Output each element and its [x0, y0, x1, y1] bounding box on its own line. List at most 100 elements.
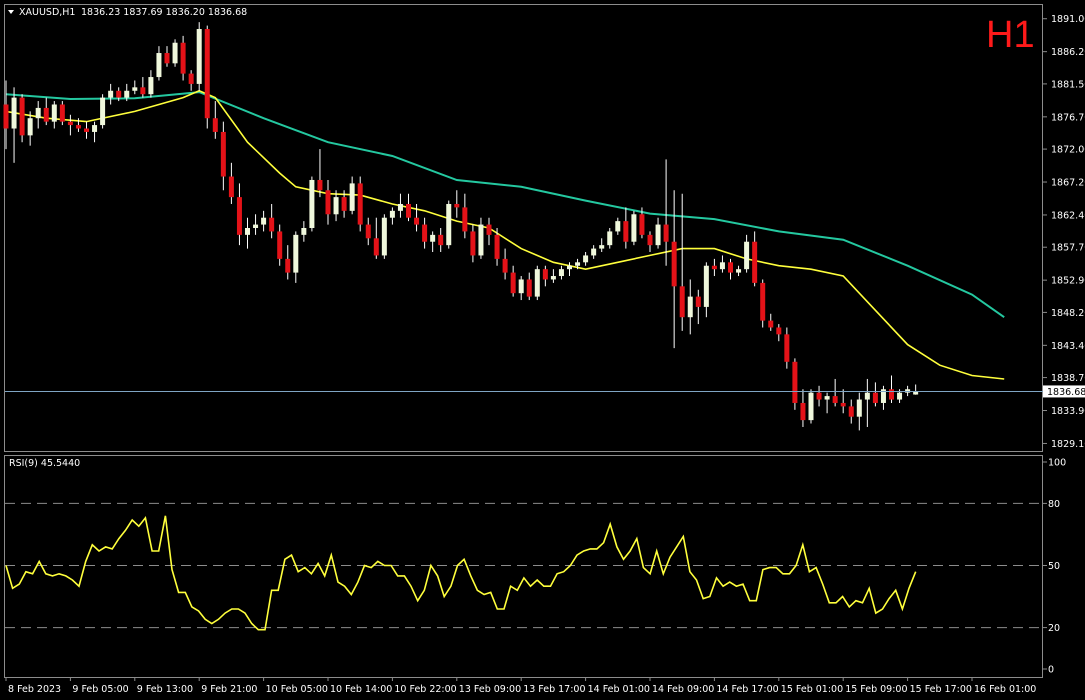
bear-candle — [365, 224, 371, 239]
price-tick-label: 1852.90 — [1051, 276, 1085, 287]
ma-fast-line — [5, 89, 1005, 380]
ma-slow-series — [5, 91, 1005, 319]
bear-candle — [768, 320, 774, 328]
bull-candle — [381, 217, 387, 256]
price-tick-label: 1829.10 — [1051, 439, 1085, 450]
bull-candle — [550, 276, 556, 280]
bull-candle — [615, 221, 621, 232]
bear-candle — [776, 327, 782, 335]
ma-slow-line — [5, 91, 1005, 319]
bull-candle — [333, 197, 339, 215]
bear-candle — [236, 197, 242, 235]
bull-candle — [349, 183, 355, 211]
bull-candle — [124, 90, 130, 98]
trading-chart[interactable]: 1891.00 1886.20 1881.50 1876.70 1872.00 1867.… — [0, 0, 1085, 700]
price-tick-label: 1891.00 — [1051, 14, 1085, 25]
bull-candle — [301, 228, 307, 235]
bear-candle — [623, 221, 629, 242]
bear-candle — [84, 128, 89, 132]
bull-candle — [148, 77, 154, 95]
bear-candle — [470, 231, 476, 256]
rsi-tick-label: 0 — [1048, 665, 1054, 676]
rsi-tick-label: 100 — [1048, 458, 1066, 469]
time-tick-label: 8 Feb 2023 — [8, 684, 61, 695]
bear-candle — [204, 29, 210, 119]
time-tick-label: 15 Feb 17:00 — [910, 684, 972, 695]
rsi-tick-label: 20 — [1048, 623, 1060, 634]
bull-candle — [808, 392, 814, 421]
price-axis: 1891.00 1886.20 1881.50 1876.70 1872.00 1867.… — [1043, 14, 1085, 450]
bear-candle — [848, 406, 854, 417]
bear-candle — [816, 392, 822, 400]
price-tick-label: 1862.40 — [1051, 210, 1085, 221]
bear-candle — [711, 265, 717, 270]
bear-candle — [647, 234, 653, 246]
bull-candle — [478, 224, 484, 256]
bull-candle — [856, 399, 862, 417]
bear-candle — [317, 179, 323, 191]
bear-candle — [542, 269, 548, 280]
bull-candle — [309, 179, 315, 228]
time-tick-label: 9 Feb 13:00 — [137, 684, 193, 695]
bull-candle — [132, 87, 138, 91]
price-tick-label: 1838.70 — [1051, 373, 1085, 384]
time-tick-label: 13 Feb 17:00 — [523, 684, 585, 695]
bull-candle — [897, 392, 903, 400]
bull-candle — [261, 217, 267, 225]
bear-candle — [116, 90, 122, 98]
bull-candle — [583, 255, 589, 263]
rsi-indicator-label: RSI(9) 45.5440 — [9, 458, 80, 469]
bear-candle — [277, 231, 283, 259]
current-price-tag: 1836.68 — [1047, 387, 1085, 398]
price-tick-label: 1881.50 — [1051, 79, 1085, 90]
bull-candle — [156, 53, 162, 78]
candles — [3, 22, 919, 431]
bull-candle — [736, 269, 742, 273]
time-tick-label: 15 Feb 01:00 — [781, 684, 843, 695]
chart-menu-triangle-icon[interactable] — [8, 10, 14, 14]
bull-candle — [27, 118, 33, 136]
bear-candle — [180, 42, 186, 74]
time-tick-label: 10 Feb 14:00 — [330, 684, 392, 695]
bear-candle — [220, 131, 226, 177]
time-tick-label: 10 Feb 05:00 — [266, 684, 328, 695]
symbol-label: XAUUSD,H1 — [19, 7, 75, 18]
time-tick-label: 13 Feb 09:00 — [459, 684, 521, 695]
timeframe-label: H1 — [986, 14, 1035, 56]
bear-candle — [140, 87, 146, 95]
bear-candle — [526, 279, 532, 297]
bull-candle — [599, 245, 605, 249]
rsi-line — [5, 515, 917, 631]
bull-candle — [51, 104, 57, 122]
time-tick-label: 16 Feb 01:00 — [974, 684, 1036, 695]
time-tick-label: 10 Feb 22:00 — [394, 684, 456, 695]
rsi-axis: 100 80 50 20 0 — [1043, 458, 1066, 676]
price-tick-label: 1843.40 — [1051, 341, 1085, 352]
bear-candle — [406, 203, 411, 218]
bull-candle — [35, 107, 41, 119]
bull-candle — [293, 234, 299, 273]
bull-candle — [824, 396, 830, 400]
bear-candle — [462, 207, 468, 232]
rsi-tick-label: 50 — [1048, 561, 1060, 572]
time-axis: 8 Feb 2023 9 Feb 05:00 9 Feb 13:00 9 Feb 21… — [5, 677, 1036, 695]
time-tick-label: 15 Feb 09:00 — [845, 684, 907, 695]
rsi-series — [5, 515, 917, 631]
bear-candle — [784, 334, 790, 362]
bull-candle — [864, 392, 870, 400]
bull-candle — [253, 224, 259, 228]
bear-candle — [800, 402, 806, 421]
bear-candle — [19, 97, 25, 136]
bear-candle — [67, 121, 73, 126]
price-tick-label: 1876.70 — [1051, 112, 1085, 123]
bear-candle — [341, 197, 347, 211]
chart-canvas[interactable]: 1891.00 1886.20 1881.50 1876.70 1872.00 1867.… — [0, 0, 1085, 700]
bull-candle — [607, 231, 613, 246]
bull-candle — [744, 241, 750, 270]
bear-candle — [792, 361, 798, 403]
bull-candle — [245, 228, 250, 235]
bear-candle — [188, 73, 194, 84]
price-tick-label: 1833.90 — [1051, 406, 1085, 417]
bull-candle — [703, 265, 709, 307]
bear-candle — [663, 224, 669, 242]
